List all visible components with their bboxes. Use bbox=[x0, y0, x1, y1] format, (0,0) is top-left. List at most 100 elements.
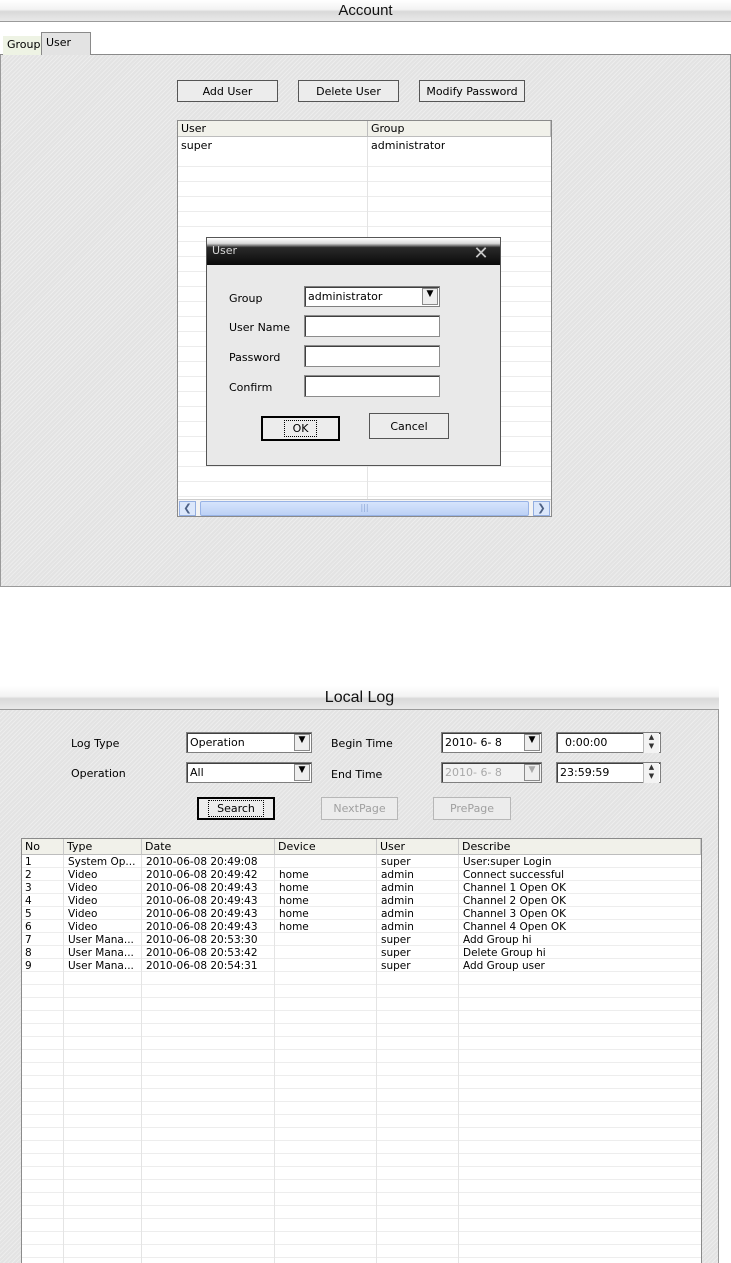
cell-date: 2010-06-08 20:49:08 bbox=[146, 856, 258, 868]
table-row[interactable]: 8 User Mana... 2010-06-08 20:53:42 super… bbox=[22, 947, 701, 959]
cell-date: 2010-06-08 20:49:43 bbox=[146, 921, 258, 933]
scroll-right-icon[interactable]: ❯ bbox=[533, 501, 550, 516]
scroll-left-icon[interactable]: ❮ bbox=[179, 501, 196, 516]
pre-page-label: PrePage bbox=[449, 802, 495, 815]
account-tab-strip: Group User bbox=[0, 22, 731, 56]
dialog-title: User bbox=[212, 244, 238, 257]
cell-no: 4 bbox=[25, 895, 32, 907]
pre-page-button[interactable]: PrePage bbox=[433, 797, 511, 820]
cell-user: admin bbox=[381, 908, 414, 920]
user-dialog: User ✕ Group administrator ▼ User Name P… bbox=[206, 237, 501, 466]
cell-no: 6 bbox=[25, 921, 32, 933]
account-title: Account bbox=[0, 0, 731, 22]
confirm-label: Confirm bbox=[229, 381, 273, 394]
chevron-down-icon[interactable]: ▼ bbox=[524, 764, 540, 781]
chevron-down-icon[interactable]: ▼ bbox=[294, 734, 310, 751]
table-row[interactable]: 3 Video 2010-06-08 20:49:43 home admin C… bbox=[22, 882, 701, 894]
cell-date: 2010-06-08 20:53:30 bbox=[146, 934, 258, 946]
tab-user[interactable]: User bbox=[41, 32, 91, 56]
delete-user-button[interactable]: Delete User bbox=[298, 80, 399, 102]
spin-arrows-icon[interactable]: ▲ ▼ bbox=[643, 733, 659, 753]
confirm-field[interactable] bbox=[304, 375, 440, 397]
cell-describe: Channel 2 Open OK bbox=[463, 895, 566, 907]
table-row[interactable]: 9 User Mana... 2010-06-08 20:54:31 super… bbox=[22, 960, 701, 972]
cell-no: 2 bbox=[25, 869, 32, 881]
tab-group[interactable]: Group bbox=[3, 36, 45, 55]
cell-user: admin bbox=[381, 921, 414, 933]
column-header-user[interactable]: User bbox=[178, 121, 368, 137]
cell-no: 3 bbox=[25, 882, 32, 894]
table-row[interactable]: 7 User Mana... 2010-06-08 20:53:30 super… bbox=[22, 934, 701, 946]
cancel-label: Cancel bbox=[390, 419, 428, 433]
end-time-spinner[interactable]: 23:59:59 ▲ ▼ bbox=[556, 762, 661, 783]
table-row[interactable]: 1 System Op... 2010-06-08 20:49:08 super… bbox=[22, 856, 701, 868]
cancel-button[interactable]: Cancel bbox=[369, 413, 449, 439]
table-row[interactable]: 2 Video 2010-06-08 20:49:42 home admin C… bbox=[22, 869, 701, 881]
username-field[interactable] bbox=[304, 315, 440, 337]
end-date-picker[interactable]: 2010- 6- 8 ▼ bbox=[441, 762, 542, 783]
modify-password-button[interactable]: Modify Password bbox=[419, 80, 525, 102]
close-icon[interactable]: ✕ bbox=[472, 245, 490, 263]
table-row[interactable]: 6 Video 2010-06-08 20:49:43 home admin C… bbox=[22, 921, 701, 933]
column-header-date[interactable]: Date bbox=[142, 839, 275, 855]
scroll-thumb[interactable]: ||| bbox=[200, 501, 529, 516]
cell-user: admin bbox=[381, 869, 414, 881]
end-date-value: 2010- 6- 8 bbox=[445, 766, 502, 779]
column-header-device[interactable]: Device bbox=[275, 839, 377, 855]
cell-date: 2010-06-08 20:49:43 bbox=[146, 882, 258, 894]
user-cell[interactable]: super bbox=[181, 138, 212, 153]
cell-type: Video bbox=[68, 908, 98, 920]
next-page-button[interactable]: NextPage bbox=[321, 797, 398, 820]
spin-arrows-icon[interactable]: ▲ ▼ bbox=[643, 763, 659, 783]
cell-type: User Mana... bbox=[68, 934, 134, 946]
cell-describe: Add Group user bbox=[463, 960, 545, 972]
column-header-group[interactable]: Group bbox=[368, 121, 551, 137]
table-row[interactable]: 5 Video 2010-06-08 20:49:43 home admin C… bbox=[22, 908, 701, 920]
column-header-user[interactable]: User bbox=[377, 839, 459, 855]
cell-date: 2010-06-08 20:54:31 bbox=[146, 960, 258, 972]
cell-describe: User:super Login bbox=[463, 856, 552, 868]
cell-type: System Op... bbox=[68, 856, 136, 868]
cell-type: Video bbox=[68, 869, 98, 881]
log-table: No Type Date Device User Describe 1 Syst… bbox=[21, 838, 702, 1263]
local-log-panel: Log Type Operation ▼ Begin Time 2010- 6-… bbox=[0, 710, 719, 1263]
group-label: Group bbox=[229, 292, 263, 305]
spin-up-icon[interactable]: ▲ bbox=[644, 733, 659, 742]
cell-type: User Mana... bbox=[68, 947, 134, 959]
table-row[interactable]: 4 Video 2010-06-08 20:49:43 home admin C… bbox=[22, 895, 701, 907]
group-cell[interactable]: administrator bbox=[371, 138, 445, 153]
cell-describe: Channel 1 Open OK bbox=[463, 882, 566, 894]
dialog-titlebar: User bbox=[207, 238, 500, 265]
cell-describe: Channel 4 Open OK bbox=[463, 921, 566, 933]
password-field[interactable] bbox=[304, 345, 440, 367]
column-header-no[interactable]: No bbox=[22, 839, 64, 855]
begin-date-picker[interactable]: 2010- 6- 8 ▼ bbox=[441, 732, 542, 753]
chevron-down-icon[interactable]: ▼ bbox=[294, 764, 310, 781]
begin-time-spinner[interactable]: 0:00:00 ▲ ▼ bbox=[556, 732, 661, 753]
add-user-button[interactable]: Add User bbox=[177, 80, 278, 102]
operation-select[interactable]: All ▼ bbox=[186, 762, 312, 783]
cell-user: super bbox=[381, 934, 411, 946]
ok-button[interactable]: OK bbox=[261, 416, 340, 441]
operation-label: Operation bbox=[71, 767, 126, 780]
column-header-describe[interactable]: Describe bbox=[459, 839, 701, 855]
spin-up-icon[interactable]: ▲ bbox=[644, 763, 659, 772]
cell-no: 7 bbox=[25, 934, 32, 946]
cell-describe: Channel 3 Open OK bbox=[463, 908, 566, 920]
begin-time-label: Begin Time bbox=[331, 737, 393, 750]
column-header-type[interactable]: Type bbox=[64, 839, 142, 855]
group-select[interactable]: administrator ▼ bbox=[304, 286, 440, 307]
spin-down-icon[interactable]: ▼ bbox=[644, 742, 659, 751]
chevron-down-icon[interactable]: ▼ bbox=[524, 734, 540, 751]
search-button[interactable]: Search bbox=[197, 797, 275, 820]
chevron-down-icon[interactable]: ▼ bbox=[422, 288, 438, 305]
local-log-window: Local Log Log Type Operation ▼ Begin Tim… bbox=[0, 686, 719, 1263]
delete-user-label: Delete User bbox=[316, 84, 381, 98]
spin-down-icon[interactable]: ▼ bbox=[644, 772, 659, 781]
add-user-label: Add User bbox=[202, 84, 253, 98]
cell-user: super bbox=[381, 856, 411, 868]
cell-describe: Delete Group hi bbox=[463, 947, 546, 959]
operation-value: All bbox=[190, 766, 204, 779]
log-type-select[interactable]: Operation ▼ bbox=[186, 732, 312, 753]
horizontal-scrollbar[interactable]: ❮ ||| ❯ bbox=[178, 499, 551, 516]
